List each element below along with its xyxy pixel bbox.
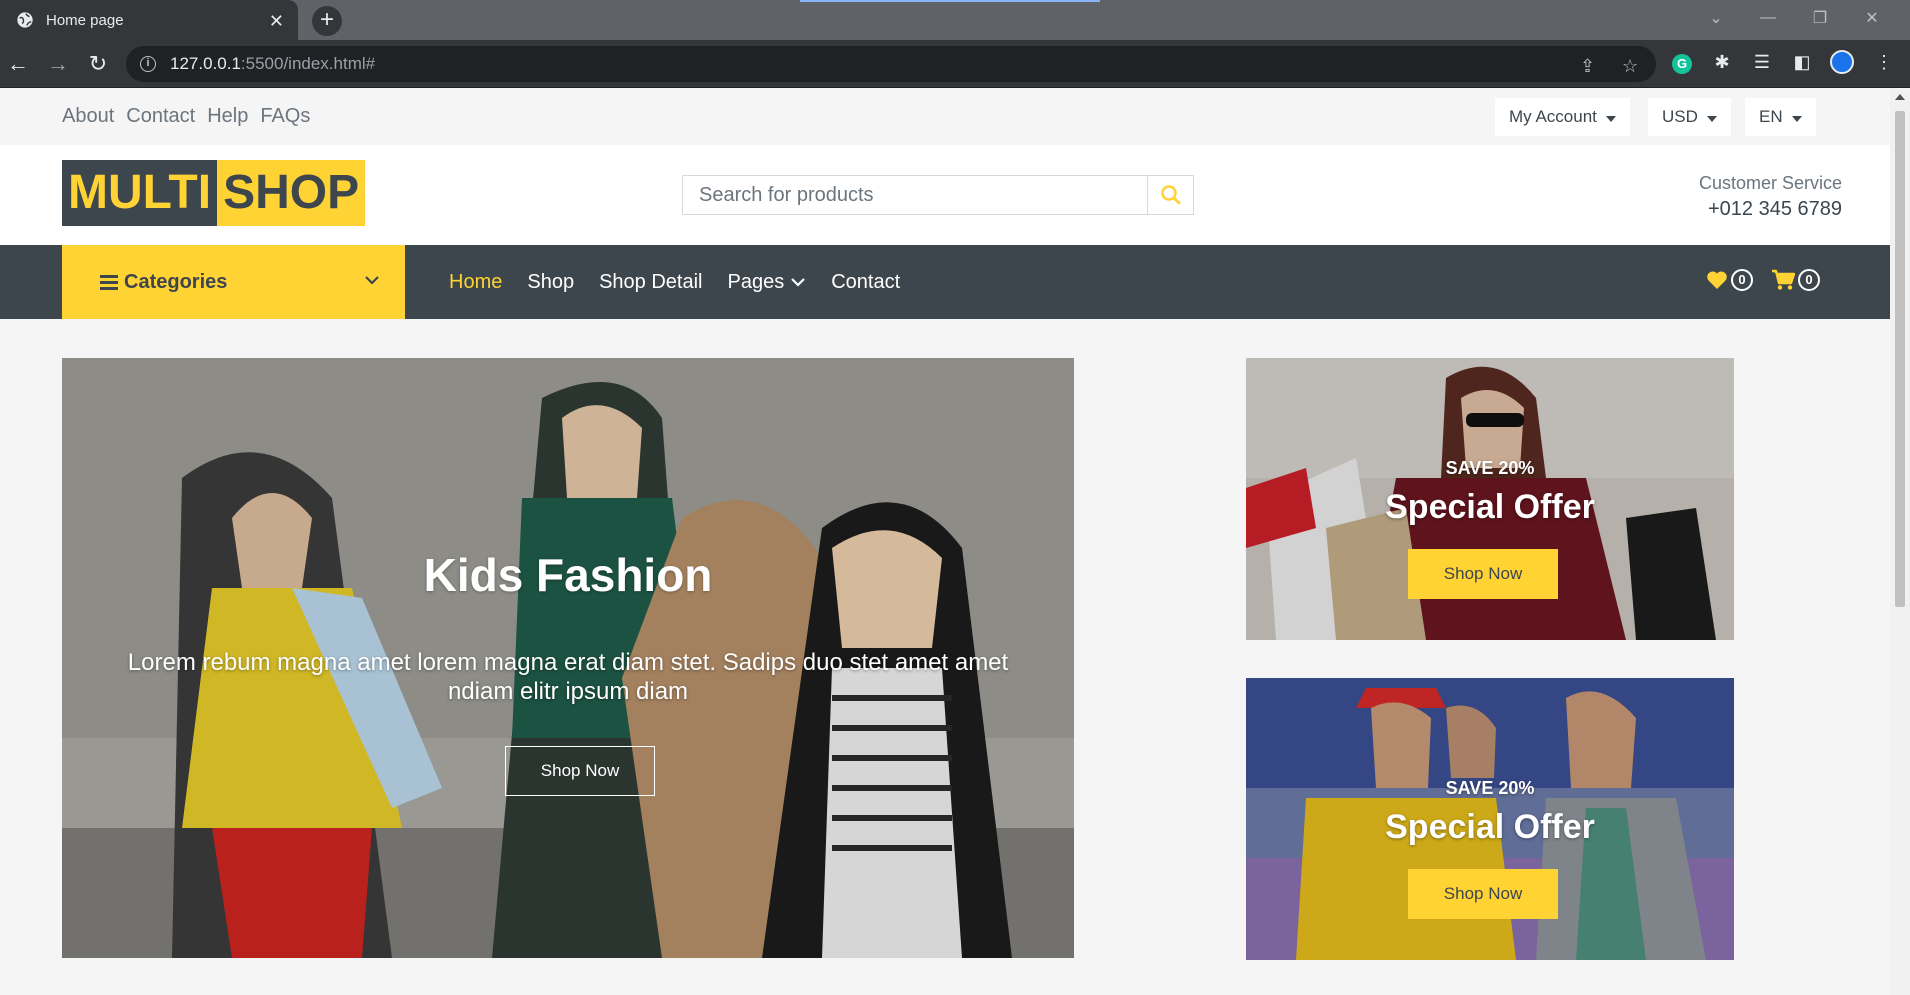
my-account-dropdown[interactable]: My Account (1495, 98, 1630, 136)
tab-search-icon[interactable]: ⌄ (1690, 0, 1742, 36)
browser-toolbar: ← → ↻ i 127.0.0.1:5500/index.html# ⇪ ☆ G… (0, 40, 1910, 88)
nav-shop[interactable]: Shop (527, 271, 574, 294)
shopping-cart-icon (1772, 269, 1795, 290)
offer-1-shop-now-button[interactable]: Shop Now (1408, 549, 1558, 599)
search-button[interactable] (1147, 176, 1193, 214)
my-account-label: My Account (1509, 107, 1597, 126)
close-window-icon[interactable]: ✕ (1846, 0, 1898, 36)
wishlist-count-badge: 0 (1731, 269, 1753, 291)
top-links: About Contact Help FAQs (62, 105, 310, 128)
chevron-down-icon (365, 276, 379, 285)
browser-menu-icon[interactable]: ⋮ (1872, 50, 1896, 74)
customer-service-label: Customer Service (1698, 173, 1842, 193)
tab-title: Home page (46, 11, 124, 29)
back-icon[interactable]: ← (6, 52, 30, 76)
language-label: EN (1759, 107, 1783, 126)
top-bar: About Contact Help FAQs My Account USD E… (0, 89, 1890, 145)
nav-shop-detail[interactable]: Shop Detail (599, 271, 702, 294)
offer-2-shop-now-button[interactable]: Shop Now (1408, 869, 1558, 919)
caret-down-icon (1706, 115, 1717, 122)
search-icon (1160, 185, 1180, 205)
minimize-icon[interactable]: — (1742, 0, 1794, 36)
browser-tabstrip: Home page ✕ + ⌄ — ❐ ✕ (0, 0, 1910, 40)
offer-1-save-label: SAVE 20% (1445, 458, 1535, 478)
wishlist-link[interactable]: 0 (1706, 269, 1753, 291)
globe-icon (17, 12, 33, 28)
address-bar[interactable]: i 127.0.0.1:5500/index.html# ⇪ ☆ (126, 46, 1656, 82)
currency-dropdown[interactable]: USD (1648, 98, 1731, 136)
hero-carousel: Kids Fashion Lorem rebum magna amet lore… (62, 358, 1074, 958)
nav-pages-label: Pages (727, 270, 785, 293)
language-dropdown[interactable]: EN (1745, 98, 1816, 136)
site-header: MULTI SHOP Customer Service +012 345 678… (0, 145, 1890, 245)
nav-icons: 0 0 (1706, 269, 1820, 291)
nav-links: Home Shop Shop Detail Pages Contact (449, 245, 900, 319)
url-host: 127.0.0.1 (170, 54, 241, 73)
scrollbar-thumb[interactable] (1895, 111, 1905, 607)
browser-tab[interactable]: Home page ✕ (0, 0, 298, 40)
categories-label: Categories (124, 270, 228, 293)
main-navbar: Categories Home Shop Shop Detail Pages C… (0, 245, 1890, 319)
grammarly-extension-icon[interactable]: G (1670, 50, 1694, 74)
scroll-up-arrow-icon[interactable] (1895, 94, 1905, 100)
close-tab-icon[interactable]: ✕ (269, 11, 284, 32)
cart-link[interactable]: 0 (1771, 269, 1820, 291)
forward-icon[interactable]: → (46, 52, 70, 76)
logo-part-shop: SHOP (217, 160, 366, 226)
cart-count-badge: 0 (1798, 269, 1820, 291)
bookmark-star-icon[interactable]: ☆ (1622, 56, 1638, 77)
restore-icon[interactable]: ❐ (1794, 0, 1846, 36)
caret-down-icon (1791, 115, 1802, 122)
top-link-help[interactable]: Help (207, 105, 248, 128)
top-link-faqs[interactable]: FAQs (260, 105, 310, 128)
currency-label: USD (1662, 107, 1698, 126)
page-scrollbar[interactable] (1890, 89, 1910, 995)
logo[interactable]: MULTI SHOP (62, 160, 366, 226)
nav-pages-dropdown[interactable]: Pages (727, 271, 806, 294)
offer-2-title: Special Offer (1385, 808, 1595, 846)
caret-down-icon (1605, 115, 1616, 122)
hero-text: Lorem rebum magna amet lorem magna erat … (127, 649, 1009, 705)
offer-2-save-label: SAVE 20% (1445, 778, 1535, 798)
loading-indicator (800, 0, 1100, 2)
url-path: :5500/index.html# (240, 54, 376, 73)
search-input[interactable] (683, 176, 1147, 214)
web-page: About Contact Help FAQs My Account USD E… (0, 89, 1890, 995)
offer-banner-2: SAVE 20% Special Offer Shop Now (1246, 678, 1734, 960)
logo-part-multi: MULTI (62, 160, 218, 226)
side-panel-icon[interactable]: ◧ (1790, 50, 1814, 74)
site-info-icon[interactable]: i (140, 56, 156, 72)
search-form (682, 175, 1194, 215)
share-icon[interactable]: ⇪ (1580, 56, 1595, 77)
categories-button[interactable]: Categories (62, 245, 405, 319)
reading-list-icon[interactable]: ☰ (1750, 50, 1774, 74)
customer-service: Customer Service +012 345 6789 (1699, 173, 1842, 221)
nav-contact[interactable]: Contact (831, 271, 900, 294)
new-tab-button[interactable]: + (312, 6, 342, 36)
hero-shop-now-button[interactable]: Shop Now (505, 746, 655, 796)
top-link-about[interactable]: About (62, 105, 114, 128)
extensions-icon[interactable]: ✱ (1710, 50, 1734, 74)
offer-1-title: Special Offer (1385, 488, 1595, 526)
chevron-down-icon (791, 278, 805, 287)
menu-bars-icon (100, 272, 118, 293)
hero-title: Kids Fashion (423, 549, 713, 601)
reload-icon[interactable]: ↻ (86, 52, 110, 76)
customer-service-phone: +012 345 6789 (1707, 198, 1842, 220)
offer-banner-1: SAVE 20% Special Offer Shop Now (1246, 358, 1734, 640)
heart-icon (1707, 271, 1727, 289)
top-link-contact[interactable]: Contact (126, 105, 195, 128)
nav-home[interactable]: Home (449, 271, 502, 294)
profile-avatar[interactable] (1830, 50, 1854, 74)
